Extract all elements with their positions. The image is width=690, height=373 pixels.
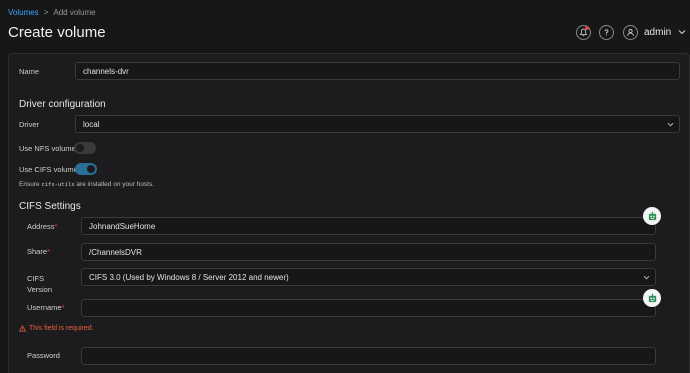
cifs-toggle-label: Use CIFS volume	[19, 165, 78, 174]
address-label: Address*	[27, 222, 57, 231]
chevron-down-icon[interactable]	[678, 29, 686, 35]
password-input[interactable]	[81, 347, 656, 365]
required-marker: *	[54, 222, 58, 231]
help-button[interactable]	[599, 25, 614, 40]
password-label: Password	[27, 351, 60, 360]
name-input-value: channels-dvr	[83, 66, 129, 76]
nfs-toggle-label: Use NFS volume	[19, 144, 76, 153]
cifs-settings-title: CIFS Settings	[19, 201, 81, 212]
share-input-value: /ChannelsDVR	[89, 247, 142, 257]
cifs-version-label: CIFS Version	[27, 273, 52, 295]
user-name[interactable]: admin	[644, 27, 671, 38]
username-label-text: Username	[27, 303, 62, 312]
cifs-version-label-line2: Version	[27, 285, 53, 294]
chevron-down-icon	[667, 122, 674, 126]
page-title: Create volume	[8, 24, 106, 41]
driver-select-value: local	[83, 119, 100, 129]
user-icon	[627, 29, 634, 36]
cifs-version-select[interactable]: CIFS 3.0 (Used by Windows 8 / Server 201…	[81, 268, 656, 286]
note-text-before: Ensure	[19, 181, 40, 188]
cifs-utils-note: Ensure cifs-utils are installed on your …	[19, 181, 154, 188]
breadcrumb-separator: >	[43, 8, 49, 17]
breadcrumb-current: Add volume	[53, 8, 96, 17]
driver-select[interactable]: local	[75, 115, 680, 133]
share-label-text: Share	[27, 247, 48, 256]
breadcrumb: Volumes > Add volume	[8, 8, 96, 17]
required-marker: *	[61, 303, 65, 312]
username-input[interactable]	[81, 299, 656, 317]
cifs-version-label-line1: CIFS	[27, 274, 45, 283]
name-input[interactable]: channels-dvr	[75, 62, 680, 80]
driver-configuration-title: Driver configuration	[19, 99, 106, 110]
breadcrumb-volumes-link[interactable]: Volumes	[8, 8, 39, 17]
help-icon	[604, 29, 609, 36]
share-label: Share*	[27, 247, 50, 256]
toggle-knob	[87, 165, 95, 173]
address-input-value: JohnandSueHome	[89, 221, 156, 231]
username-error-text: This field is required.	[29, 325, 94, 332]
name-label: Name	[19, 67, 40, 76]
note-code: cifs-utils	[41, 182, 75, 188]
cifs-version-select-value: CIFS 3.0 (Used by Windows 8 / Server 201…	[89, 272, 289, 282]
bot-icon	[648, 211, 656, 220]
required-marker: *	[47, 247, 50, 256]
toggle-knob	[76, 144, 84, 152]
notification-dot	[585, 26, 589, 30]
form-panel	[8, 53, 690, 373]
cifs-toggle[interactable]	[75, 163, 97, 175]
bot-icon	[648, 293, 656, 302]
address-label-text: Address	[27, 222, 55, 231]
share-input[interactable]: /ChannelsDVR	[81, 243, 656, 261]
chevron-down-icon	[643, 275, 650, 279]
username-label: Username*	[27, 303, 65, 312]
note-text-after: are installed on your hosts.	[76, 181, 155, 188]
password-manager-bot-button[interactable]	[643, 207, 661, 225]
nfs-toggle[interactable]	[74, 142, 96, 154]
driver-label: Driver	[19, 120, 39, 129]
password-manager-bot-button[interactable]	[643, 289, 661, 307]
username-error: This field is required.	[19, 325, 94, 332]
address-input[interactable]: JohnandSueHome	[81, 217, 656, 235]
user-avatar-button[interactable]	[623, 25, 638, 40]
warning-icon	[19, 325, 26, 332]
